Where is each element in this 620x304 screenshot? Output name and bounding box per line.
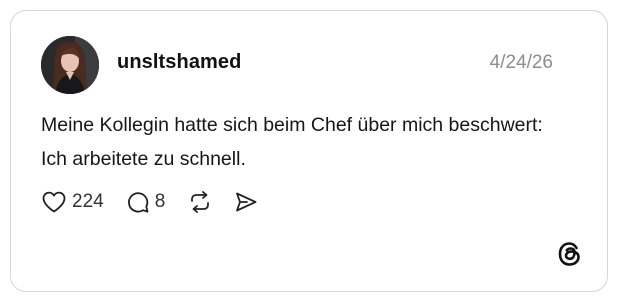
comment-button[interactable]: 8 — [126, 190, 166, 214]
post-date: 4/24/26 — [489, 52, 553, 73]
like-button[interactable]: 224 — [41, 190, 104, 214]
username[interactable]: unsltshamed — [117, 51, 241, 74]
share-button[interactable] — [233, 190, 259, 214]
threads-logo-icon — [557, 241, 583, 267]
repost-icon — [191, 191, 210, 213]
repost-button[interactable] — [187, 190, 213, 214]
post-card: unsltshamed 4/24/26 Meine Kollegin hatte… — [10, 10, 608, 292]
heart-icon — [42, 191, 66, 213]
post-text: Meine Kollegin hatte sich beim Chef über… — [41, 114, 543, 170]
like-count: 224 — [72, 191, 104, 212]
avatar[interactable] — [41, 36, 99, 94]
comment-bubble-icon — [127, 192, 149, 213]
comment-count: 8 — [154, 191, 166, 212]
post-actions: 224 8 — [41, 189, 259, 215]
send-icon — [236, 192, 257, 212]
